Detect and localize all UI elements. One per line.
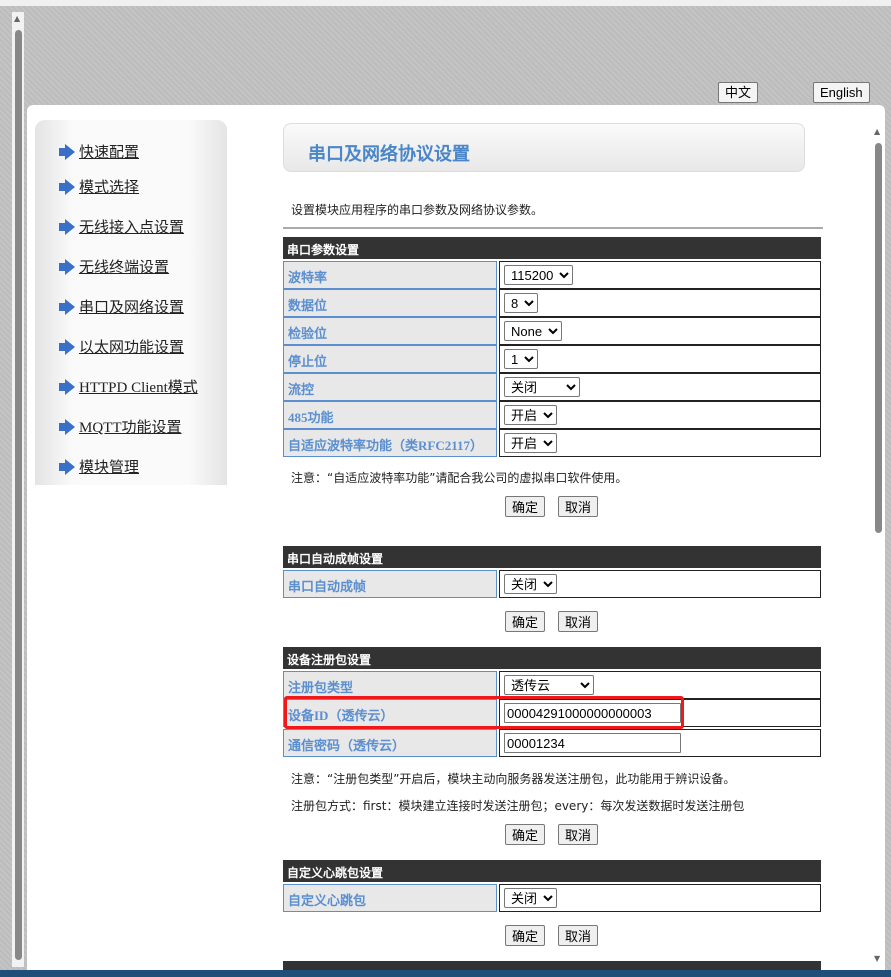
serial-cancel-button[interactable]: 取消 — [558, 496, 599, 517]
outer-scrollbar[interactable]: ▲ — [12, 12, 24, 967]
sidebar-item-label: 无线接入点设置 — [79, 220, 185, 236]
arrow-icon — [59, 458, 75, 475]
autoframe-select[interactable]: 关闭 — [504, 574, 557, 594]
sidebar-item-httpd[interactable]: HTTPD Client模式 — [59, 376, 198, 397]
field-label: 数据位 — [283, 289, 497, 317]
field-label: 自定义心跳包 — [283, 884, 497, 912]
field-label: 设备ID（透传云） — [283, 699, 497, 727]
scroll-thumb[interactable] — [875, 143, 882, 533]
register-note-2: 注册包方式：first：模块建立连接时发送注册包；every：每次发送数据时发送… — [291, 799, 745, 813]
row-databits: 数据位 8 — [283, 289, 821, 317]
arrow-icon — [59, 418, 75, 435]
sidebar-item-sta[interactable]: 无线终端设置 — [59, 256, 169, 277]
arrow-icon — [59, 143, 75, 160]
device-id-input[interactable] — [504, 703, 681, 723]
sidebar-item-label: 快速配置 — [79, 145, 140, 161]
auto-baud-select[interactable]: 开启 — [504, 433, 557, 453]
row-parity: 检验位 None — [283, 317, 821, 345]
arrow-icon — [59, 178, 75, 195]
scroll-thumb[interactable] — [15, 30, 22, 960]
sidebar-item-serial-network[interactable]: 串口及网络设置 — [59, 296, 184, 317]
register-note-1: 注意：“注册包类型”开启后，模块主动向服务器发送注册包，此功能用于辨识设备。 — [291, 772, 736, 786]
field-label: 流控 — [283, 373, 497, 401]
arrow-icon — [59, 218, 75, 235]
sidebar-item-label: 无线终端设置 — [79, 260, 170, 276]
password-input[interactable] — [504, 733, 681, 753]
heartbeat-select[interactable]: 关闭 — [504, 888, 557, 908]
sidebar-item-ap[interactable]: 无线接入点设置 — [59, 216, 184, 237]
sidebar-item-quick-config[interactable]: 快速配置 — [59, 141, 139, 162]
row-baud: 波特率 115200 — [283, 261, 821, 289]
field-label: 波特率 — [283, 261, 497, 289]
sidebar-item-label: 模块管理 — [79, 460, 140, 476]
row-rfc2117: 自适应波特率功能（类RFC2117） 开启 — [283, 429, 821, 457]
row-reg-type: 注册包类型 透传云 — [283, 671, 821, 699]
row-485: 485功能 开启 — [283, 401, 821, 429]
top-strip — [0, 0, 891, 6]
field-label: 自适应波特率功能（类RFC2117） — [283, 429, 497, 457]
field-label: 检验位 — [283, 317, 497, 345]
field-label: 485功能 — [283, 401, 497, 429]
lang-chinese-button[interactable]: 中文 — [718, 82, 759, 103]
section-header-heartbeat: 自定义心跳包设置 — [283, 860, 821, 882]
databits-select[interactable]: 8 — [504, 293, 538, 313]
heartbeat-ok-button[interactable]: 确定 — [505, 925, 546, 946]
page-title: 串口及网络协议设置 — [283, 123, 805, 172]
section-header-autoframe: 串口自动成帧设置 — [283, 546, 821, 568]
register-type-select[interactable]: 透传云 — [504, 675, 594, 695]
sidebar: 快速配置 模式选择 无线接入点设置 无线终端设置 串口及网络设置 以太网功能设置… — [35, 120, 227, 485]
content-scrollbar[interactable]: ▲ ▼ — [872, 125, 885, 965]
page-description: 设置模块应用程序的串口参数及网络协议参数。 — [291, 203, 544, 217]
section-header-serial: 串口参数设置 — [283, 237, 821, 259]
divider — [283, 227, 823, 229]
field-label: 停止位 — [283, 345, 497, 373]
field-label: 通信密码（透传云） — [283, 729, 497, 757]
lang-english-button[interactable]: English — [813, 82, 870, 103]
row-stopbits: 停止位 1 — [283, 345, 821, 373]
arrow-icon — [59, 378, 75, 395]
flow-control-select[interactable]: 关闭 — [504, 377, 580, 397]
arrow-icon — [59, 338, 75, 355]
register-ok-button[interactable]: 确定 — [505, 824, 546, 845]
sidebar-item-label: 以太网功能设置 — [79, 340, 185, 356]
sidebar-item-mode[interactable]: 模式选择 — [59, 176, 139, 197]
register-cancel-button[interactable]: 取消 — [558, 824, 599, 845]
sidebar-item-label: 串口及网络设置 — [79, 300, 185, 316]
parity-select[interactable]: None — [504, 321, 562, 341]
field-label: 串口自动成帧 — [283, 570, 497, 598]
scroll-down-icon[interactable]: ▼ — [874, 954, 880, 963]
field-label: 注册包类型 — [283, 671, 497, 699]
autoframe-ok-button[interactable]: 确定 — [505, 611, 546, 632]
stopbits-select[interactable]: 1 — [504, 349, 538, 369]
serial-ok-button[interactable]: 确定 — [505, 496, 546, 517]
arrow-icon — [59, 298, 75, 315]
baud-select[interactable]: 115200 — [504, 265, 573, 285]
rs485-select[interactable]: 开启 — [504, 405, 557, 425]
scroll-up-icon[interactable]: ▲ — [14, 14, 20, 23]
row-flow: 流控 关闭 — [283, 373, 821, 401]
row-heartbeat: 自定义心跳包 关闭 — [283, 884, 821, 912]
heartbeat-cancel-button[interactable]: 取消 — [558, 925, 599, 946]
sidebar-item-label: HTTPD Client模式 — [79, 380, 198, 396]
sidebar-item-label: 模式选择 — [79, 180, 140, 196]
scroll-up-icon[interactable]: ▲ — [874, 127, 880, 136]
sidebar-item-mqtt[interactable]: MQTT功能设置 — [59, 416, 182, 437]
row-password: 通信密码（透传云） — [283, 729, 821, 757]
row-autoframe: 串口自动成帧 关闭 — [283, 570, 821, 598]
sidebar-item-label: MQTT功能设置 — [79, 420, 182, 436]
taskbar-edge — [0, 970, 891, 977]
autoframe-cancel-button[interactable]: 取消 — [558, 611, 599, 632]
sidebar-item-module-mgmt[interactable]: 模块管理 — [59, 456, 139, 477]
serial-note: 注意：“自适应波特率功能”请配合我公司的虚拟串口软件使用。 — [291, 471, 628, 485]
arrow-icon — [59, 258, 75, 275]
sidebar-item-ethernet[interactable]: 以太网功能设置 — [59, 336, 184, 357]
row-device-id: 设备ID（透传云） — [283, 699, 821, 727]
section-header-register: 设备注册包设置 — [283, 647, 821, 669]
